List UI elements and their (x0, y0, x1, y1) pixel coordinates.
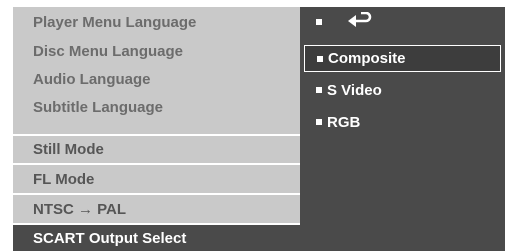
menu-item-player-menu-language[interactable]: Player Menu Language (13, 7, 300, 37)
option-composite[interactable]: Composite (304, 45, 501, 72)
bullet-icon (317, 55, 323, 62)
menu-item-label: SCART Output Select (33, 229, 187, 247)
option-label: S Video (327, 81, 382, 99)
menu-item-still-mode[interactable]: Still Mode (13, 136, 300, 163)
options-panel: Composite S Video RGB (300, 7, 505, 251)
option-s-video[interactable]: S Video (316, 78, 382, 102)
menu-item-label: Disc Menu Language (33, 42, 184, 60)
menu-item-label: FL Mode (33, 170, 95, 188)
option-label: Composite (328, 50, 406, 67)
menu-item-label: NTSC → PAL (33, 200, 127, 218)
setup-menu: Player Menu Language Disc Menu Language … (13, 7, 505, 251)
menu-item-label: Still Mode (33, 141, 104, 158)
menu-item-label: Player Menu Language (33, 13, 197, 31)
menu-item-label: Subtitle Language (33, 98, 164, 116)
menu-item-scart-output-select[interactable]: SCART Output Select (13, 225, 300, 251)
bullet-icon (316, 119, 322, 125)
settings-list: Player Menu Language Disc Menu Language … (13, 7, 300, 251)
menu-item-disc-menu-language[interactable]: Disc Menu Language (13, 37, 300, 65)
menu-item-subtitle-language[interactable]: Subtitle Language (13, 93, 300, 121)
menu-item-ntsc-pal[interactable]: NTSC → PAL (13, 195, 300, 223)
option-label: RGB (327, 113, 361, 131)
option-rgb[interactable]: RGB (316, 110, 360, 134)
menu-item-fl-mode[interactable]: FL Mode (13, 165, 300, 193)
bullet-icon (316, 19, 322, 25)
return-arrow-icon (347, 11, 373, 32)
return-option[interactable] (316, 10, 373, 34)
menu-item-audio-language[interactable]: Audio Language (13, 65, 300, 93)
bullet-icon (316, 87, 322, 93)
menu-item-label: Audio Language (33, 70, 151, 88)
